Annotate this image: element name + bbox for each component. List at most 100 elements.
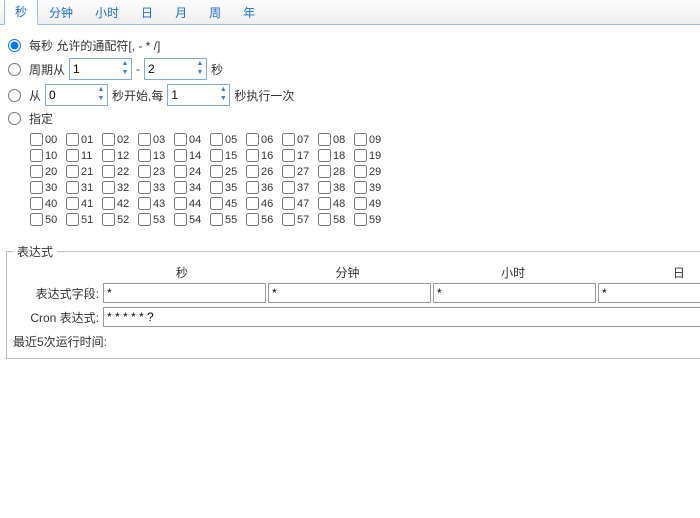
second-checkbox-07[interactable]: [282, 133, 295, 146]
second-checkbox-35[interactable]: [210, 181, 223, 194]
second-cell-38[interactable]: 38: [318, 181, 354, 194]
second-cell-49[interactable]: 49: [354, 197, 390, 210]
second-cell-59[interactable]: 59: [354, 213, 390, 226]
second-cell-36[interactable]: 36: [246, 181, 282, 194]
second-cell-44[interactable]: 44: [174, 197, 210, 210]
tab-hours[interactable]: 小时: [84, 0, 130, 25]
second-cell-41[interactable]: 41: [66, 197, 102, 210]
second-checkbox-44[interactable]: [174, 197, 187, 210]
second-checkbox-36[interactable]: [246, 181, 259, 194]
second-cell-16[interactable]: 16: [246, 149, 282, 162]
field-hour[interactable]: [433, 283, 596, 303]
chevron-up-icon[interactable]: ▲: [217, 85, 229, 94]
tab-month[interactable]: 月: [164, 0, 198, 25]
second-cell-58[interactable]: 58: [318, 213, 354, 226]
second-cell-52[interactable]: 52: [102, 213, 138, 226]
second-checkbox-20[interactable]: [30, 165, 43, 178]
second-checkbox-05[interactable]: [210, 133, 223, 146]
second-cell-12[interactable]: 12: [102, 149, 138, 162]
second-checkbox-13[interactable]: [138, 149, 151, 162]
second-cell-15[interactable]: 15: [210, 149, 246, 162]
second-checkbox-57[interactable]: [282, 213, 295, 226]
second-checkbox-30[interactable]: [30, 181, 43, 194]
chevron-down-icon[interactable]: ▼: [95, 94, 107, 103]
second-checkbox-09[interactable]: [354, 133, 367, 146]
radio-from-every[interactable]: [8, 89, 21, 102]
tab-seconds[interactable]: 秒: [4, 0, 38, 25]
second-checkbox-29[interactable]: [354, 165, 367, 178]
second-cell-32[interactable]: 32: [102, 181, 138, 194]
second-cell-27[interactable]: 27: [282, 165, 318, 178]
chevron-down-icon[interactable]: ▼: [119, 68, 131, 77]
second-cell-50[interactable]: 50: [30, 213, 66, 226]
second-checkbox-25[interactable]: [210, 165, 223, 178]
second-checkbox-02[interactable]: [102, 133, 115, 146]
radio-cycle[interactable]: [8, 63, 21, 76]
chevron-down-icon[interactable]: ▼: [217, 94, 229, 103]
second-checkbox-12[interactable]: [102, 149, 115, 162]
second-checkbox-47[interactable]: [282, 197, 295, 210]
second-cell-35[interactable]: 35: [210, 181, 246, 194]
radio-every-second[interactable]: [8, 39, 21, 52]
second-cell-54[interactable]: 54: [174, 213, 210, 226]
second-cell-01[interactable]: 01: [66, 133, 102, 146]
second-cell-43[interactable]: 43: [138, 197, 174, 210]
second-cell-28[interactable]: 28: [318, 165, 354, 178]
second-cell-20[interactable]: 20: [30, 165, 66, 178]
second-checkbox-50[interactable]: [30, 213, 43, 226]
second-cell-04[interactable]: 04: [174, 133, 210, 146]
second-checkbox-41[interactable]: [66, 197, 79, 210]
cycle-to-spin[interactable]: ▲▼: [144, 58, 207, 80]
second-checkbox-59[interactable]: [354, 213, 367, 226]
second-cell-51[interactable]: 51: [66, 213, 102, 226]
from-every-spin[interactable]: ▲▼: [167, 84, 230, 106]
second-cell-29[interactable]: 29: [354, 165, 390, 178]
second-cell-55[interactable]: 55: [210, 213, 246, 226]
second-checkbox-06[interactable]: [246, 133, 259, 146]
second-cell-25[interactable]: 25: [210, 165, 246, 178]
second-checkbox-15[interactable]: [210, 149, 223, 162]
cron-expression-input[interactable]: [103, 307, 700, 327]
second-checkbox-18[interactable]: [318, 149, 331, 162]
second-checkbox-28[interactable]: [318, 165, 331, 178]
second-checkbox-17[interactable]: [282, 149, 295, 162]
second-checkbox-00[interactable]: [30, 133, 43, 146]
second-checkbox-56[interactable]: [246, 213, 259, 226]
second-cell-18[interactable]: 18: [318, 149, 354, 162]
second-checkbox-24[interactable]: [174, 165, 187, 178]
second-cell-30[interactable]: 30: [30, 181, 66, 194]
second-checkbox-55[interactable]: [210, 213, 223, 226]
second-cell-39[interactable]: 39: [354, 181, 390, 194]
second-cell-03[interactable]: 03: [138, 133, 174, 146]
second-cell-08[interactable]: 08: [318, 133, 354, 146]
second-cell-48[interactable]: 48: [318, 197, 354, 210]
second-cell-46[interactable]: 46: [246, 197, 282, 210]
second-checkbox-53[interactable]: [138, 213, 151, 226]
second-checkbox-33[interactable]: [138, 181, 151, 194]
second-cell-24[interactable]: 24: [174, 165, 210, 178]
second-cell-47[interactable]: 47: [282, 197, 318, 210]
second-cell-26[interactable]: 26: [246, 165, 282, 178]
second-cell-02[interactable]: 02: [102, 133, 138, 146]
second-cell-31[interactable]: 31: [66, 181, 102, 194]
second-checkbox-31[interactable]: [66, 181, 79, 194]
second-cell-06[interactable]: 06: [246, 133, 282, 146]
second-checkbox-14[interactable]: [174, 149, 187, 162]
second-checkbox-38[interactable]: [318, 181, 331, 194]
second-cell-00[interactable]: 00: [30, 133, 66, 146]
tab-minutes[interactable]: 分钟: [38, 0, 84, 25]
tab-day[interactable]: 日: [130, 0, 164, 25]
second-cell-23[interactable]: 23: [138, 165, 174, 178]
second-checkbox-16[interactable]: [246, 149, 259, 162]
second-cell-13[interactable]: 13: [138, 149, 174, 162]
second-checkbox-51[interactable]: [66, 213, 79, 226]
second-checkbox-11[interactable]: [66, 149, 79, 162]
second-checkbox-46[interactable]: [246, 197, 259, 210]
second-cell-21[interactable]: 21: [66, 165, 102, 178]
chevron-down-icon[interactable]: ▼: [194, 68, 206, 77]
chevron-up-icon[interactable]: ▲: [194, 59, 206, 68]
cycle-from-spin[interactable]: ▲▼: [69, 58, 132, 80]
second-checkbox-49[interactable]: [354, 197, 367, 210]
second-checkbox-54[interactable]: [174, 213, 187, 226]
field-day[interactable]: [598, 283, 700, 303]
